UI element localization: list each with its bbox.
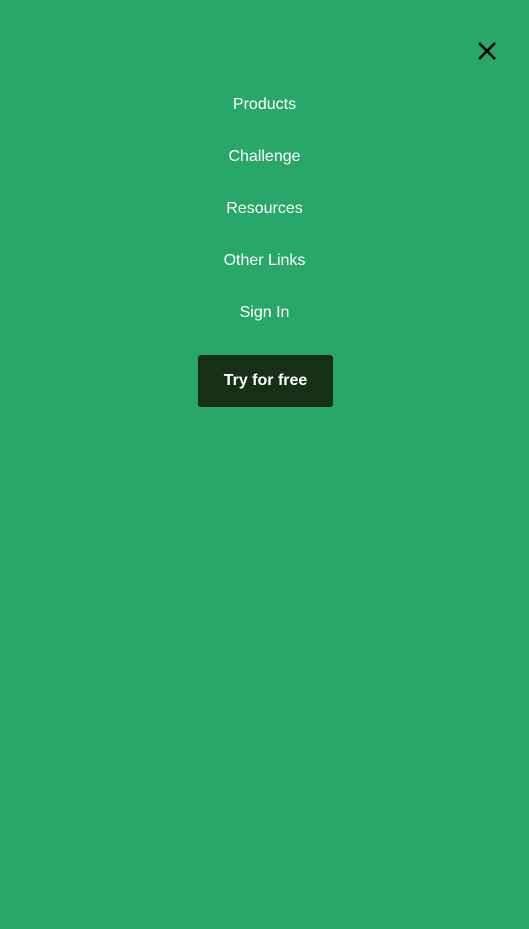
try-for-free-button[interactable]: Try for free [198,355,333,407]
nav-item-resources[interactable]: Resources [0,199,529,219]
nav-item-challenge[interactable]: Challenge [0,147,529,167]
close-menu-button[interactable] [476,40,498,62]
close-icon [478,42,496,60]
nav-item-sign-in[interactable]: Sign In [0,303,529,323]
nav-item-products[interactable]: Products [0,95,529,115]
nav-item-other-links[interactable]: Other Links [0,251,529,271]
